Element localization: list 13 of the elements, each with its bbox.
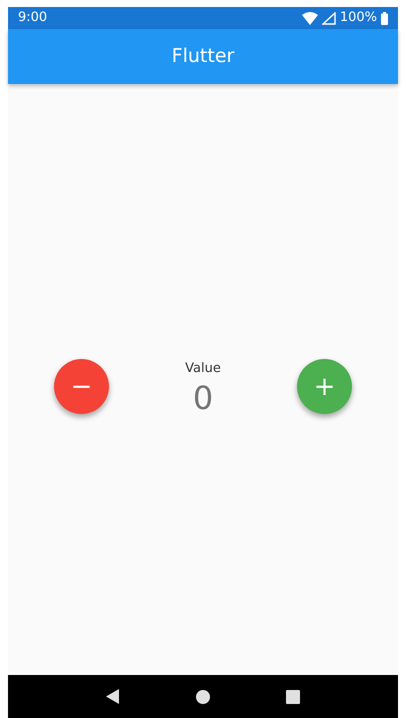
decrement-button[interactable]: − — [54, 359, 109, 414]
home-icon[interactable] — [196, 690, 210, 704]
counter-value: 0 — [192, 382, 214, 414]
battery-percentage: 100% — [340, 9, 377, 28]
back-icon[interactable] — [106, 689, 120, 704]
value-label: Value — [185, 360, 221, 378]
app-title: Flutter — [172, 44, 234, 70]
status-time: 9:00 — [18, 9, 48, 28]
battery-icon — [381, 12, 388, 24]
recents-icon[interactable] — [286, 690, 300, 704]
increment-button[interactable]: + — [296, 359, 352, 414]
signal-icon — [322, 12, 336, 24]
wifi-icon — [302, 12, 318, 24]
